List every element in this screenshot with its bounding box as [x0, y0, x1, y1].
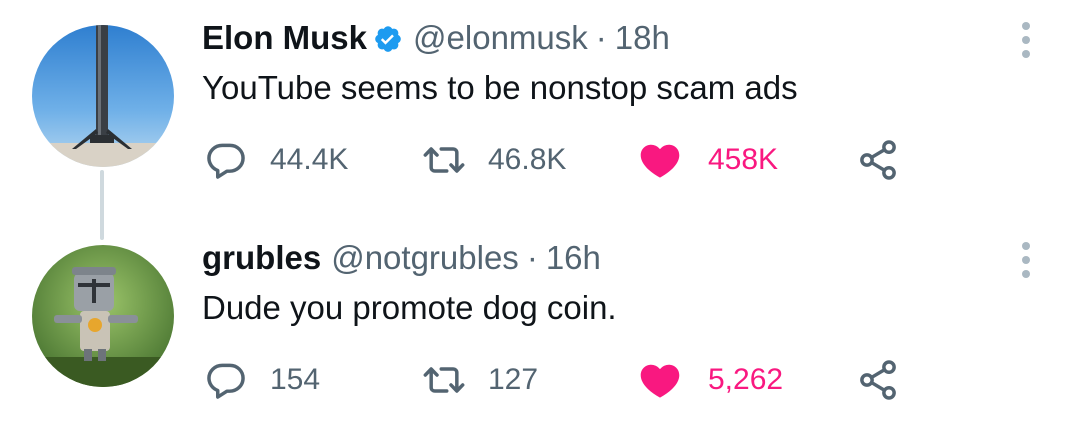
share-button[interactable] — [856, 138, 900, 182]
retweet-count: 127 — [488, 363, 539, 396]
retweet-count: 46.8K — [488, 143, 567, 176]
reply-icon — [204, 358, 248, 402]
verified-badge-icon — [373, 23, 403, 53]
timestamp[interactable]: 18h — [615, 18, 670, 58]
like-button[interactable]: 5,262 — [638, 358, 783, 402]
user-handle[interactable]: @elonmusk — [413, 18, 588, 58]
share-icon — [856, 358, 900, 402]
avatar-elonmusk[interactable] — [32, 25, 174, 167]
timestamp[interactable]: 16h — [546, 238, 601, 278]
tweet-header: grubles @notgrubles · 16h — [202, 238, 601, 278]
reply-button[interactable]: 154 — [204, 358, 320, 402]
user-handle[interactable]: @notgrubles — [331, 238, 519, 278]
retweet-icon — [422, 358, 466, 402]
reply-icon — [204, 138, 248, 182]
retweet-icon — [422, 138, 466, 182]
reply-count: 154 — [270, 363, 321, 396]
tweet-2[interactable]: grubles @notgrubles · 16h Dude you promo… — [0, 220, 1079, 426]
separator-dot: · — [595, 19, 607, 56]
like-count: 5,262 — [708, 363, 784, 396]
reply-count: 44.4K — [270, 143, 349, 176]
separator-dot: · — [526, 239, 538, 276]
tweet-header: Elon Musk @elonmusk · 18h — [202, 18, 670, 58]
more-options-icon[interactable] — [1012, 240, 1040, 280]
tweet-text: YouTube seems to be nonstop scam ads — [202, 69, 798, 106]
more-options-icon[interactable] — [1012, 20, 1040, 60]
avatar-notgrubles[interactable] — [32, 245, 174, 387]
display-name[interactable]: grubles — [202, 238, 321, 278]
retweet-button[interactable]: 127 — [422, 358, 538, 402]
share-button[interactable] — [856, 358, 900, 402]
heart-icon — [638, 358, 682, 402]
reply-button[interactable]: 44.4K — [204, 138, 348, 182]
retweet-button[interactable]: 46.8K — [422, 138, 566, 182]
display-name[interactable]: Elon Musk — [202, 18, 367, 58]
like-button[interactable]: 458K — [638, 138, 778, 182]
heart-icon — [638, 138, 682, 182]
tweet-1[interactable]: Elon Musk @elonmusk · 18h YouTube seems … — [0, 0, 1079, 210]
share-icon — [856, 138, 900, 182]
tweet-text: Dude you promote dog coin. — [202, 289, 617, 326]
like-count: 458K — [708, 143, 779, 176]
